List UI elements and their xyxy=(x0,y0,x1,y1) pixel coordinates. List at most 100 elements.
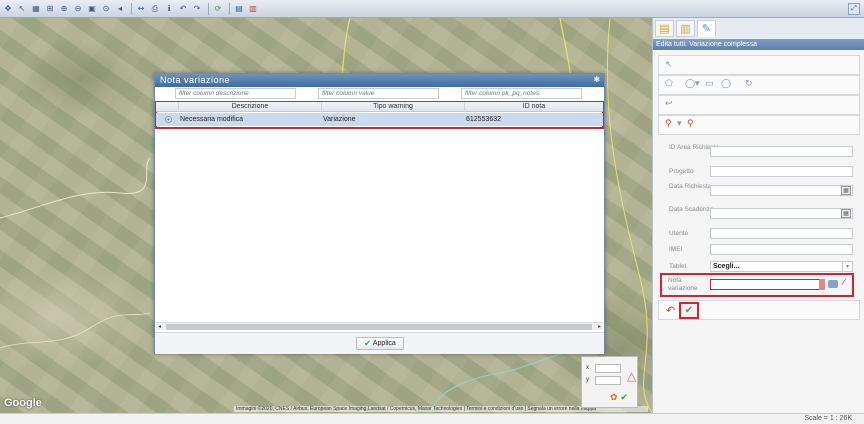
check-icon: ✔ xyxy=(364,339,371,348)
undo-tool-box: ↩ xyxy=(658,95,860,115)
label-tablet: Tablet xyxy=(669,263,687,270)
confirm-button[interactable]: ✔ xyxy=(679,302,699,319)
x-label: x xyxy=(586,365,589,371)
draw-tools-box: ⬠ ◯ ▾ ▭ ◯ ↻ xyxy=(658,75,860,95)
layers-icon[interactable]: ▦ xyxy=(30,3,42,15)
pin-dropdown-icon[interactable]: ▾ xyxy=(677,119,682,129)
nota-variazione-field-group: Nota variazione ⁄ xyxy=(660,273,854,297)
coordinate-panel: x y △ ✿ ✔ xyxy=(581,356,638,408)
edit-panel: ▤ ▥ ✎ Edita tutti: Variazione complessa … xyxy=(652,18,864,413)
select-icon[interactable]: ↖ xyxy=(16,3,28,15)
print-icon[interactable]: ⎙ xyxy=(149,3,161,15)
scale-readout: Scale = 1 : 26K xyxy=(804,415,852,422)
coordinate-actions[interactable]: ✿ ✔ xyxy=(610,393,628,403)
locate-icon[interactable]: ✿ xyxy=(610,393,618,403)
progetto-input[interactable] xyxy=(710,166,853,177)
filter-descrizione-input[interactable] xyxy=(175,88,296,99)
column-header-tipo-warning[interactable]: Tipo warning xyxy=(321,102,464,112)
tab-layers-icon[interactable]: ▤ xyxy=(655,20,674,37)
chevron-down-icon[interactable]: ▾ xyxy=(842,262,852,271)
polygon-icon[interactable]: ⬠ xyxy=(665,79,673,89)
rectangle-icon[interactable]: ▭ xyxy=(705,79,714,89)
ellipse-icon[interactable]: ◯ xyxy=(721,79,731,89)
pointer-icon[interactable]: ↖ xyxy=(665,60,673,70)
filter-row xyxy=(155,87,604,101)
circle-icon[interactable]: ◯ xyxy=(685,79,695,89)
main-toolbar: ✥ ↖ ▦ ⊞ ⊕ ⊖ ▣ ⊙ ◂ ↔ ⎙ ℹ ↶ ↷ ⟳ ▤ ▥ ⤢ xyxy=(0,0,864,18)
info-icon[interactable]: ℹ xyxy=(163,3,175,15)
grid-icon[interactable]: ⊞ xyxy=(44,3,56,15)
clear-icon[interactable]: ⁄ xyxy=(843,278,845,288)
calendar-icon[interactable]: ▦ xyxy=(841,186,851,195)
keyboard-icon[interactable] xyxy=(828,280,838,288)
export-icon[interactable]: ▥ xyxy=(247,3,259,15)
close-icon[interactable]: ✱ xyxy=(593,76,601,84)
panel-tabs: ▤ ▥ ✎ xyxy=(653,18,864,39)
remove-pin-icon[interactable]: ⚲ xyxy=(687,119,694,129)
label-utente: Utente xyxy=(669,230,689,237)
column-header-descrizione[interactable]: Descrizione xyxy=(178,102,321,112)
edit-actions: ↶ ✔ xyxy=(658,300,860,320)
cell-descrizione: Necessaria modifica xyxy=(180,116,244,123)
label-nota-variazione: Nota variazione xyxy=(668,277,698,292)
pin-icon[interactable]: ⚲ xyxy=(665,119,672,129)
column-header-id-nota[interactable]: ID nota xyxy=(464,102,603,112)
grid-header: Descrizione Tipo warning ID nota xyxy=(156,102,603,112)
panel-header: Edita tutti: Variazione complessa xyxy=(653,39,864,50)
zoom-in-icon[interactable]: ⊕ xyxy=(58,3,70,15)
label-data-richiesta: Data Richiesta xyxy=(669,183,712,190)
row-select-radio[interactable] xyxy=(165,116,172,123)
pan-icon[interactable]: ✥ xyxy=(2,3,14,15)
vertex-tool-box: ⚲ ▾ ⚲ xyxy=(658,115,860,135)
tab-edit-icon[interactable]: ✎ xyxy=(697,20,716,37)
y-label: y xyxy=(586,377,589,383)
scroll-thumb[interactable] xyxy=(166,324,592,330)
warning-triangle-icon: △ xyxy=(627,369,637,383)
data-richiesta-input[interactable] xyxy=(710,185,853,196)
filter-notes-input[interactable] xyxy=(461,88,582,99)
zoom-box-icon[interactable]: ▣ xyxy=(86,3,98,15)
data-scadenza-input[interactable] xyxy=(710,208,853,219)
scroll-right-icon[interactable]: ▸ xyxy=(598,323,601,331)
dialog-footer: ✔ Applica xyxy=(155,332,604,354)
google-logo: Google xyxy=(4,397,42,409)
tablet-select[interactable]: Scegli... ▾ xyxy=(710,261,853,272)
apply-label: Applica xyxy=(372,340,396,347)
undo-edit-icon[interactable]: ↩ xyxy=(665,99,673,109)
label-progetto: Progetto xyxy=(669,168,694,175)
calendar-icon[interactable]: ▦ xyxy=(841,209,851,218)
scroll-left-icon[interactable]: ◂ xyxy=(158,323,161,331)
zoom-out-icon[interactable]: ⊖ xyxy=(72,3,84,15)
expand-icon[interactable]: ⤢ xyxy=(848,3,860,15)
prev-view-icon[interactable]: ◂ xyxy=(114,3,126,15)
status-bar: Scale = 1 : 26K xyxy=(0,413,864,424)
measure-icon[interactable]: ↔ xyxy=(135,3,147,15)
confirm-coord-icon[interactable]: ✔ xyxy=(620,393,628,403)
tab-data-icon[interactable]: ▥ xyxy=(676,20,695,37)
x-coordinate-input[interactable] xyxy=(595,364,621,373)
zoom-extent-icon[interactable]: ⊙ xyxy=(100,3,112,15)
forward-icon[interactable]: ↷ xyxy=(191,3,203,15)
horizontal-scrollbar[interactable]: ◂ ▸ xyxy=(156,322,603,330)
dropdown-icon[interactable]: ▾ xyxy=(695,79,700,89)
cell-id-nota: 612553632 xyxy=(466,116,502,123)
refresh-icon[interactable]: ⟳ xyxy=(212,3,224,15)
y-coordinate-input[interactable] xyxy=(595,376,621,385)
back-icon[interactable]: ↶ xyxy=(177,3,189,15)
id-area-richiesta-input[interactable] xyxy=(710,146,853,157)
dialog-title-bar[interactable]: Nota variazione ✱ xyxy=(155,74,604,87)
table-row[interactable]: Necessaria modifica Variazione 612553632 xyxy=(156,113,603,126)
filter-value-input[interactable] xyxy=(318,88,439,99)
nota-variazione-input[interactable] xyxy=(710,279,821,290)
tablet-select-value: Scegli... xyxy=(713,263,740,270)
apply-button[interactable]: ✔ Applica xyxy=(356,337,404,350)
imei-input[interactable] xyxy=(710,244,853,255)
utente-input[interactable] xyxy=(710,228,853,239)
label-imei: IMEI xyxy=(669,246,683,253)
label-data-scadenza: Data Scadenza xyxy=(669,206,714,213)
save-icon[interactable]: ▤ xyxy=(233,3,245,15)
rotate-icon[interactable]: ↻ xyxy=(745,79,753,89)
nota-trigger-icon[interactable] xyxy=(819,279,825,290)
selector-column-header xyxy=(156,102,178,112)
undo-icon[interactable]: ↶ xyxy=(666,304,675,317)
